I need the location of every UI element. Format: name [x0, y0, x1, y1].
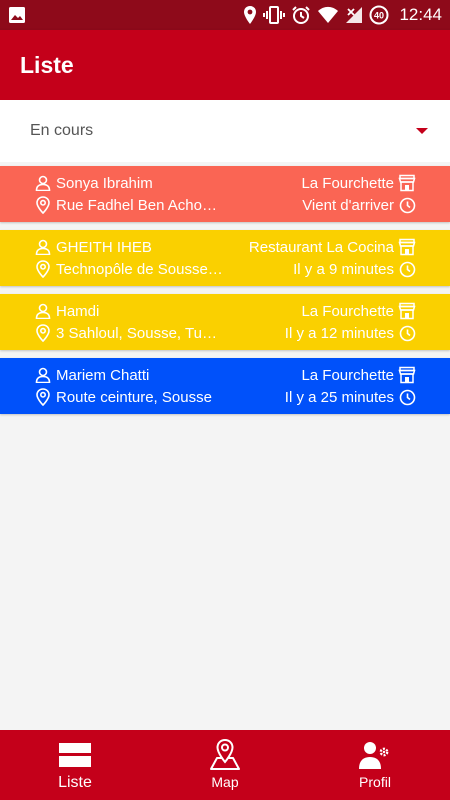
order-time: Il y a 25 minutes: [284, 388, 394, 406]
storefront-icon: [398, 174, 416, 192]
clock-icon: [398, 196, 416, 214]
status-time: 12:44: [399, 5, 442, 24]
clock-icon: [398, 388, 416, 406]
alarm-icon: [291, 5, 311, 25]
location-pin-icon: [34, 196, 52, 214]
delivery-address: 3 Sahloul, Sousse, Tunisie: [56, 324, 224, 342]
customer-name: Sonya Ibrahim: [56, 174, 153, 192]
person-icon: [34, 174, 52, 192]
orders-list: Sonya Ibrahim La Fourchette Rue Fadhel B…: [0, 166, 450, 422]
person-icon: [34, 366, 52, 384]
clock-icon: [398, 324, 416, 342]
caret-down-icon: [416, 128, 428, 134]
order-time: Vient d'arriver: [302, 196, 394, 214]
order-card[interactable]: Sonya Ibrahim La Fourchette Rue Fadhel B…: [0, 166, 450, 222]
location-icon: [243, 5, 257, 25]
wifi-icon: [317, 6, 339, 24]
nav-label-liste: Liste: [58, 774, 92, 791]
person-icon: [34, 302, 52, 320]
vibrate-icon: [263, 5, 286, 25]
nav-label-map: Map: [211, 774, 239, 790]
location-pin-icon: [34, 324, 52, 342]
restaurant-name: La Fourchette: [301, 174, 394, 192]
clock-icon: [398, 260, 416, 278]
map-icon: [209, 739, 241, 771]
image-icon: [8, 6, 26, 24]
order-time: Il y a 12 minutes: [284, 324, 394, 342]
battery-icon: 40: [369, 5, 389, 25]
location-pin-icon: [34, 260, 52, 278]
signal-icon: [345, 6, 363, 24]
nav-item-liste[interactable]: Liste: [0, 730, 150, 800]
storefront-icon: [398, 366, 416, 384]
status-filter-value: En cours: [30, 122, 94, 139]
order-card[interactable]: Mariem Chatti La Fourchette Route ceintu…: [0, 358, 450, 414]
nav-label-profil: Profil: [359, 774, 391, 790]
delivery-address: Route ceinture, Sousse: [56, 388, 212, 406]
nav-item-map[interactable]: Map: [150, 730, 300, 800]
customer-name: Mariem Chatti: [56, 366, 150, 384]
order-card[interactable]: Hamdi La Fourchette 3 Sahloul, Sousse, T…: [0, 294, 450, 350]
restaurant-name: Restaurant La Cocina: [248, 238, 394, 256]
person-icon: [34, 238, 52, 256]
status-bar: 40 12:44: [0, 0, 450, 30]
page-title: Liste: [20, 51, 74, 78]
status-filter-dropdown[interactable]: En cours: [0, 100, 450, 162]
bottom-nav: Liste Map Profil: [0, 730, 450, 800]
storefront-icon: [398, 302, 416, 320]
restaurant-name: La Fourchette: [301, 366, 394, 384]
order-time: Il y a 9 minutes: [293, 260, 394, 278]
profile-settings-icon: [359, 739, 391, 771]
list-icon: [59, 739, 91, 771]
order-card[interactable]: GHEITH IHEB Restaurant La Cocina Technop…: [0, 230, 450, 286]
customer-name: Hamdi: [56, 302, 100, 320]
delivery-address: Technopôle de Sousse, Sousse: [56, 260, 224, 278]
customer-name: GHEITH IHEB: [56, 238, 152, 256]
delivery-address: Rue Fadhel Ben Achour, Sousse: [56, 196, 224, 214]
storefront-icon: [398, 238, 416, 256]
nav-item-profil[interactable]: Profil: [300, 730, 450, 800]
location-pin-icon: [34, 388, 52, 406]
svg-text:40: 40: [374, 11, 384, 21]
app-bar: Liste: [0, 30, 450, 100]
restaurant-name: La Fourchette: [301, 302, 394, 320]
